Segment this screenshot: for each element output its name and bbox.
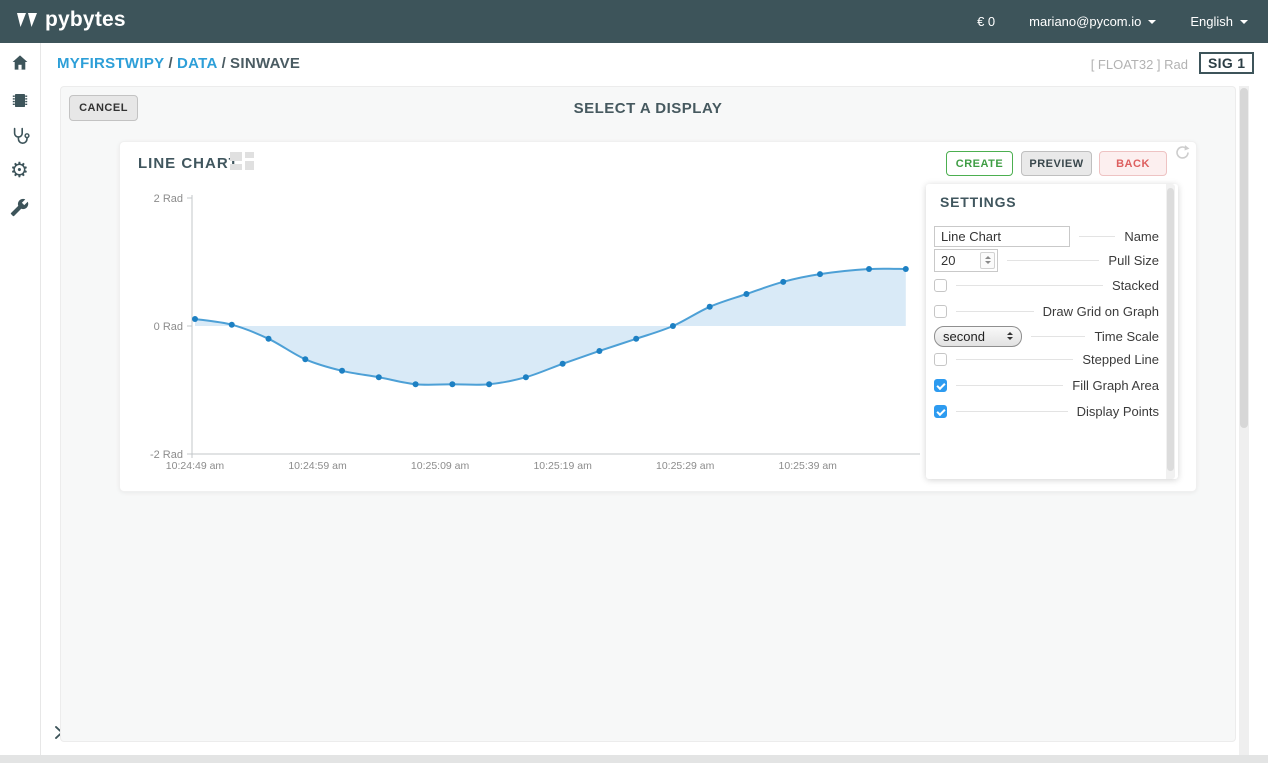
select-arrows-icon — [1007, 332, 1013, 340]
stepper-arrows[interactable] — [980, 252, 995, 269]
row-connector — [1031, 336, 1085, 337]
draw-grid-label: Draw Grid on Graph — [1043, 304, 1159, 319]
setting-row-name: Name — [934, 224, 1159, 248]
brand-name: pybytes — [45, 8, 126, 32]
svg-text:10:25:19 am: 10:25:19 am — [533, 460, 592, 472]
grid-layout-icon — [230, 152, 257, 174]
left-sidebar: ⚙ — [0, 43, 41, 755]
pull-size-stepper[interactable] — [934, 249, 998, 272]
svg-text:10:25:39 am: 10:25:39 am — [779, 460, 838, 472]
line-chart-card: LINE CHART CREATE PREVIEW BACK 2 Rad 0 Ra… — [119, 141, 1197, 492]
breadcrumb-bar: MYFIRSTWIPY/DATA/SINWAVE [ FLOAT32 ] Rad… — [0, 43, 1268, 86]
pull-size-label: Pull Size — [1108, 253, 1159, 268]
home-icon — [10, 53, 30, 73]
breadcrumb-data-link[interactable]: DATA — [177, 55, 218, 72]
page-scrollbar-track[interactable] — [1239, 86, 1249, 763]
wrench-icon — [10, 198, 29, 217]
step-down-icon[interactable] — [985, 261, 991, 264]
card-title: LINE CHART — [138, 155, 239, 172]
signal-type-label: [ FLOAT32 ] Rad — [1091, 57, 1188, 72]
language-label: English — [1190, 14, 1233, 29]
back-button[interactable]: BACK — [1099, 151, 1167, 176]
display-points-checkbox[interactable] — [934, 405, 947, 418]
sidebar-item-tools[interactable] — [10, 198, 31, 219]
sidebar-item-settings[interactable]: ⚙ — [10, 161, 31, 182]
name-label: Name — [1124, 229, 1159, 244]
language-menu[interactable]: English — [1190, 14, 1248, 29]
sidebar-item-home[interactable] — [10, 53, 31, 74]
stacked-checkbox[interactable] — [934, 279, 947, 292]
settings-title: SETTINGS — [940, 194, 1016, 210]
row-connector — [1007, 260, 1099, 261]
stepped-line-label: Stepped Line — [1082, 352, 1159, 367]
select-display-panel: CANCEL SELECT A DISPLAY LINE CHART CREAT… — [60, 86, 1236, 742]
breadcrumb-separator: / — [164, 55, 176, 72]
breadcrumb-separator: / — [218, 55, 230, 72]
svg-text:0 Rad: 0 Rad — [154, 321, 183, 333]
chip-icon — [10, 90, 30, 110]
preview-button[interactable]: PREVIEW — [1021, 151, 1092, 176]
stepped-line-checkbox[interactable] — [934, 353, 947, 366]
svg-text:2 Rad: 2 Rad — [154, 193, 183, 205]
setting-row-stepped-line: Stepped Line — [934, 347, 1159, 371]
breadcrumb: MYFIRSTWIPY/DATA/SINWAVE — [57, 55, 300, 72]
row-connector — [956, 285, 1103, 286]
signal-badge: SIG 1 — [1199, 52, 1254, 74]
svg-text:10:25:09 am: 10:25:09 am — [411, 460, 470, 472]
gear-icon: ⚙ — [10, 159, 29, 182]
top-navbar: pybytes € 0 mariano@pycom.io English — [0, 0, 1268, 43]
step-up-icon[interactable] — [985, 256, 991, 259]
stethoscope-icon — [10, 126, 30, 146]
row-connector — [956, 359, 1073, 360]
time-scale-select[interactable]: second — [934, 326, 1022, 347]
breadcrumb-device-link[interactable]: MYFIRSTWIPY — [57, 55, 164, 72]
row-connector — [956, 385, 1063, 386]
sidebar-item-diagnostics[interactable] — [10, 126, 31, 147]
setting-row-fill-graph-area: Fill Graph Area — [934, 373, 1159, 397]
svg-text:10:24:59 am: 10:24:59 am — [288, 460, 347, 472]
fill-graph-area-checkbox[interactable] — [934, 379, 947, 392]
chevron-down-icon — [1148, 20, 1156, 24]
row-connector — [1079, 236, 1115, 237]
settings-scrollbar-thumb[interactable] — [1167, 188, 1174, 471]
row-connector — [956, 311, 1034, 312]
row-connector — [956, 411, 1068, 412]
account-menu[interactable]: mariano@pycom.io — [1029, 14, 1156, 29]
setting-row-display-points: Display Points — [934, 399, 1159, 423]
time-scale-label: Time Scale — [1094, 329, 1159, 344]
name-input[interactable] — [934, 226, 1070, 247]
create-button[interactable]: CREATE — [946, 151, 1013, 176]
svg-text:10:25:29 am: 10:25:29 am — [656, 460, 715, 472]
settings-panel: SETTINGS Name Pull Size — [926, 184, 1178, 479]
setting-row-stacked: Stacked — [934, 273, 1159, 297]
line-chart-svg: 2 Rad0 Rad-2 Rad10:24:49 am10:24:59 am10… — [132, 187, 924, 479]
bottom-edge-strip — [0, 755, 1268, 763]
page-scrollbar-thumb[interactable] — [1240, 88, 1248, 428]
pybytes-logo[interactable]: pybytes — [16, 8, 126, 32]
account-email: mariano@pycom.io — [1029, 14, 1141, 29]
time-scale-value: second — [943, 329, 985, 344]
page-title: SELECT A DISPLAY — [61, 100, 1235, 117]
display-points-label: Display Points — [1077, 404, 1159, 419]
setting-row-pull-size: Pull Size — [934, 248, 1159, 272]
sidebar-item-devices[interactable] — [10, 90, 31, 111]
svg-text:10:24:49 am: 10:24:49 am — [166, 460, 225, 472]
fill-graph-area-label: Fill Graph Area — [1072, 378, 1159, 393]
pybytes-logo-icon — [16, 10, 42, 30]
balance-indicator[interactable]: € 0 — [977, 14, 995, 29]
setting-row-time-scale: second Time Scale — [934, 324, 1159, 348]
setting-row-draw-grid: Draw Grid on Graph — [934, 299, 1159, 323]
chevron-down-icon — [1240, 20, 1248, 24]
breadcrumb-current: SINWAVE — [230, 55, 300, 72]
settings-scrollbar-track[interactable] — [1166, 184, 1175, 479]
pull-size-input[interactable] — [935, 252, 979, 269]
draw-grid-checkbox[interactable] — [934, 305, 947, 318]
stacked-label: Stacked — [1112, 278, 1159, 293]
refresh-icon[interactable] — [1174, 144, 1191, 161]
